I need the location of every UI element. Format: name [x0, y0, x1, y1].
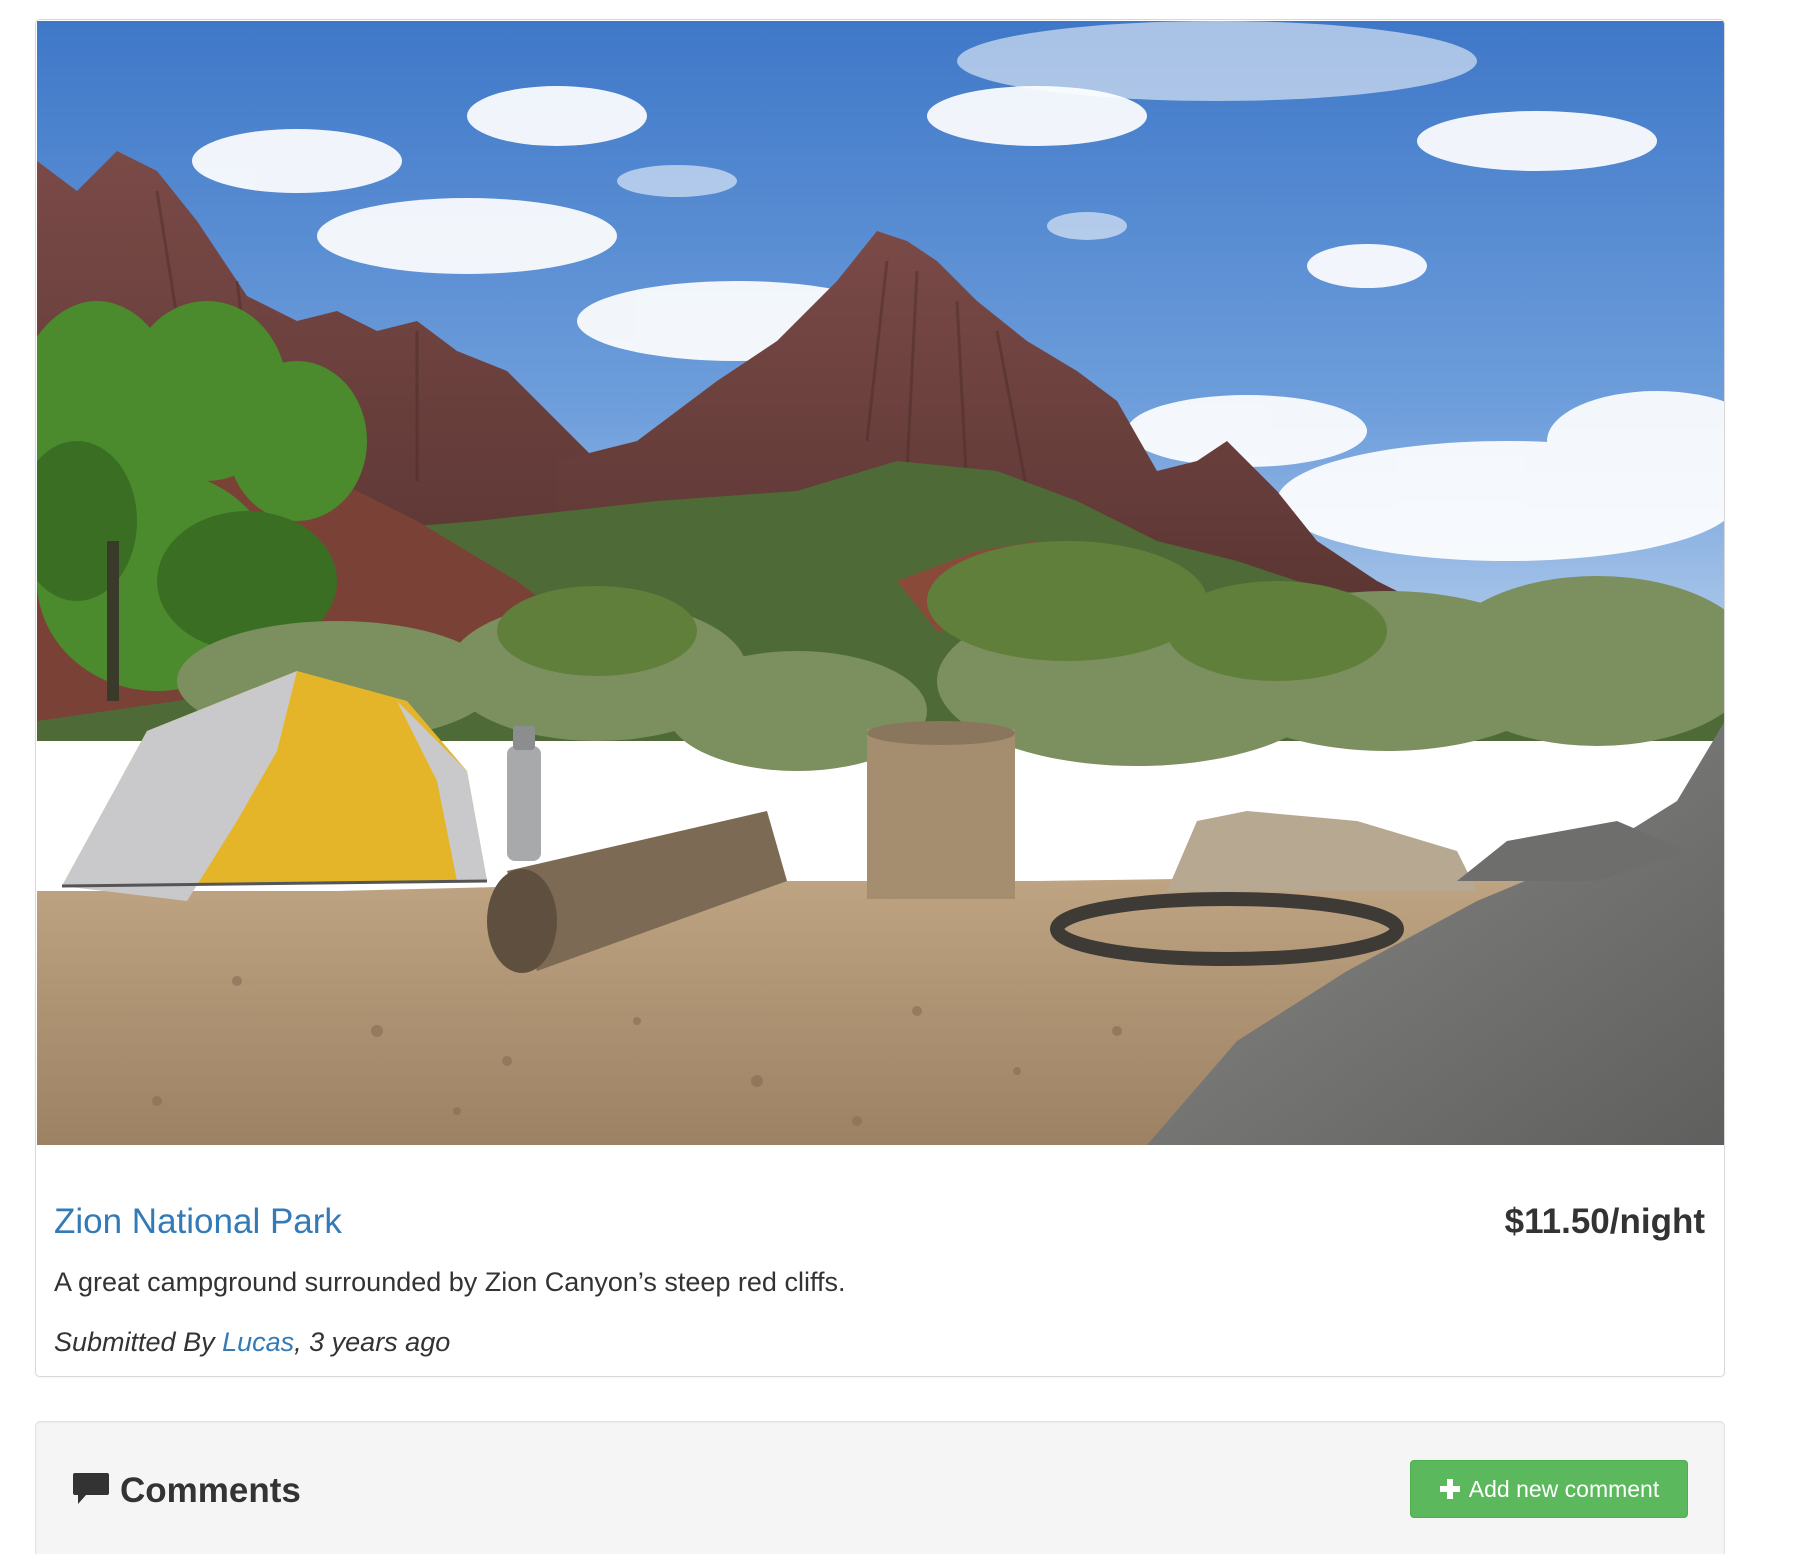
comments-heading-label: Comments	[120, 1471, 301, 1510]
submitted-suffix: , 3 years ago	[294, 1327, 451, 1357]
comments-heading: Comments	[72, 1469, 301, 1513]
submitted-by: Submitted By Lucas, 3 years ago	[54, 1325, 450, 1359]
author-link[interactable]: Lucas	[222, 1327, 294, 1357]
campground-title-link[interactable]: Zion National Park	[54, 1202, 342, 1242]
comments-section: Comments Add new comment	[35, 1421, 1725, 1554]
campground-card: Zion National Park $11.50/night A great …	[35, 19, 1725, 1377]
comment-icon	[72, 1471, 110, 1507]
submitted-prefix: Submitted By	[54, 1327, 223, 1357]
add-comment-button[interactable]: Add new comment	[1410, 1460, 1688, 1518]
campground-price: $11.50/night	[1504, 1202, 1705, 1241]
campground-image	[37, 21, 1724, 1145]
page: Zion National Park $11.50/night A great …	[0, 0, 1804, 1554]
add-comment-label: Add new comment	[1468, 1475, 1660, 1502]
campground-caption: Zion National Park $11.50/night A great …	[54, 1180, 1706, 1370]
campground-description: A great campground surrounded by Zion Ca…	[54, 1267, 846, 1297]
plus-icon	[1439, 1478, 1461, 1500]
